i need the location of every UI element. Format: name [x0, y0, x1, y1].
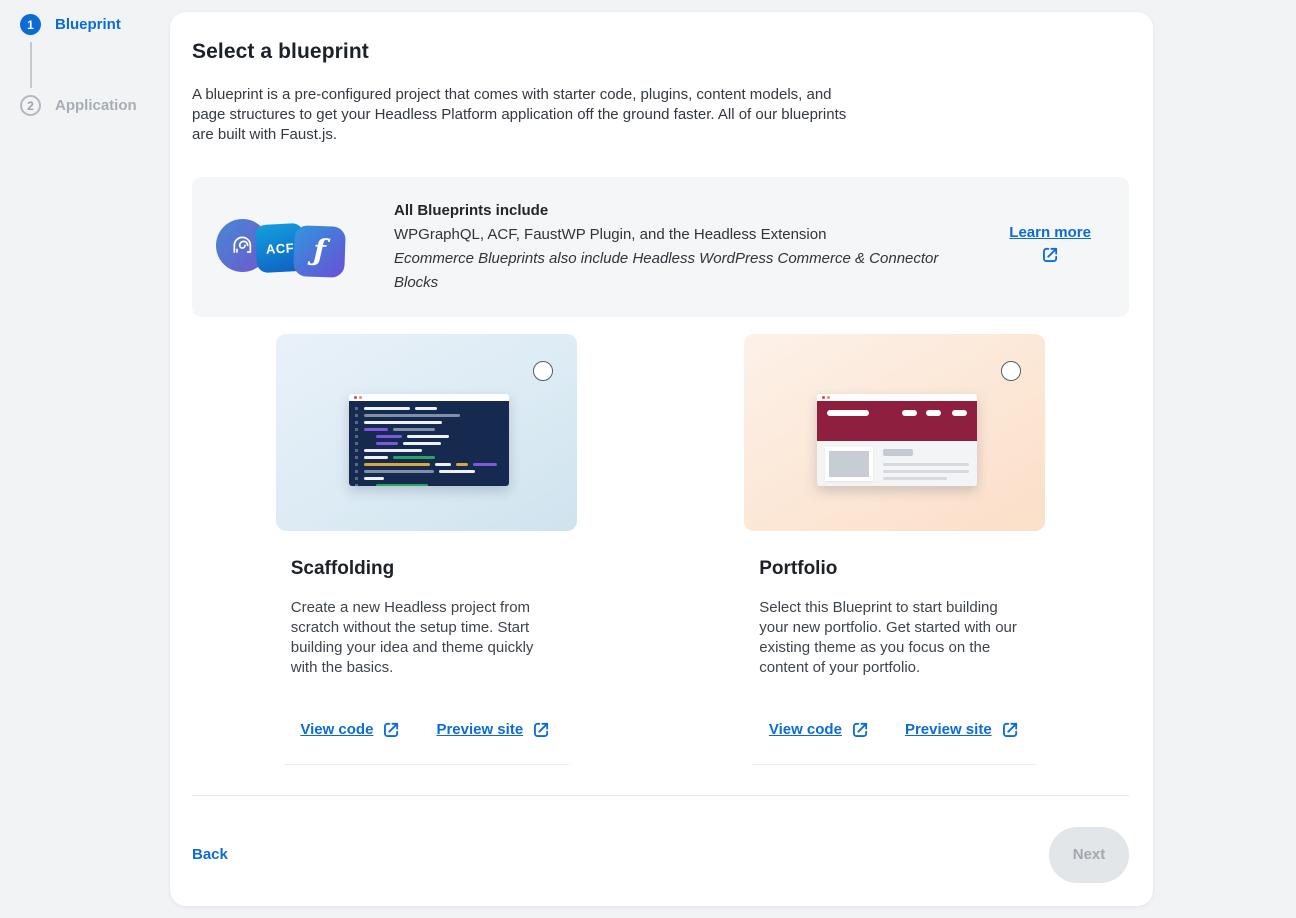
- scaffolding-card-image[interactable]: [276, 334, 577, 531]
- portfolio-preview-site-link[interactable]: Preview site: [905, 719, 1021, 740]
- include-box-plugins-line: WPGraphQL, ACF, FaustWP Plugin, and the …: [394, 223, 942, 247]
- stepper-step-blueprint: 1 Blueprint: [20, 14, 160, 35]
- include-box-ecommerce-note: Ecommerce Blueprints also include Headle…: [394, 247, 942, 295]
- step-1-label: Blueprint: [55, 16, 121, 33]
- portfolio-radio[interactable]: [1001, 361, 1021, 381]
- blueprint-card-scaffolding: Scaffolding Create a new Headless projec…: [192, 334, 661, 765]
- portfolio-view-code-link[interactable]: View code: [769, 719, 871, 740]
- external-link-icon: [1040, 244, 1061, 270]
- external-link-icon: [531, 719, 552, 740]
- learn-more-label: Learn more: [1009, 224, 1091, 241]
- preview-site-label: Preview site: [436, 721, 523, 738]
- page: 1 Blueprint 2 Application Select a bluep…: [0, 0, 1296, 918]
- stepper-step-application: 2 Application: [20, 95, 160, 116]
- step-2-label: Application: [55, 97, 137, 114]
- include-box-text: All Blueprints include WPGraphQL, ACF, F…: [394, 199, 942, 295]
- external-link-icon: [381, 719, 402, 740]
- back-button[interactable]: Back: [192, 846, 228, 863]
- view-code-label: View code: [300, 721, 373, 738]
- step-2-circle: 2: [20, 95, 41, 116]
- faustjs-icon: ƒ: [293, 225, 346, 278]
- preview-site-label: Preview site: [905, 721, 992, 738]
- wizard-stepper: 1 Blueprint 2 Application: [20, 14, 160, 116]
- stepper-connector-line: [30, 42, 32, 88]
- next-button[interactable]: Next: [1049, 827, 1129, 883]
- blueprint-grid: Scaffolding Create a new Headless projec…: [192, 334, 1129, 765]
- portfolio-title: Portfolio: [744, 558, 1045, 580]
- view-code-label: View code: [769, 721, 842, 738]
- scaffolding-title: Scaffolding: [276, 558, 577, 580]
- step-1-circle: 1: [20, 14, 41, 35]
- learn-more-link[interactable]: Learn more: [1009, 224, 1091, 270]
- external-link-icon: [850, 719, 871, 740]
- select-blueprint-panel: Select a blueprint A blueprint is a pre-…: [170, 12, 1153, 906]
- portfolio-description: Select this Blueprint to start building …: [744, 598, 1024, 678]
- wizard-footer: Back Next: [192, 796, 1129, 913]
- include-box-title: All Blueprints include: [394, 199, 942, 223]
- page-title: Select a blueprint: [192, 40, 1129, 64]
- code-editor-mockup: [349, 394, 509, 486]
- portfolio-card-image[interactable]: [744, 334, 1045, 531]
- card-divider: [752, 764, 1037, 765]
- blueprint-intro-text: A blueprint is a pre-configured project …: [192, 85, 856, 145]
- scaffolding-preview-site-link[interactable]: Preview site: [436, 719, 552, 740]
- portfolio-site-mockup: [817, 394, 977, 486]
- scaffolding-radio[interactable]: [533, 361, 553, 381]
- plugin-logo-stack: ACF ƒ: [216, 215, 368, 279]
- scaffolding-view-code-link[interactable]: View code: [300, 719, 402, 740]
- scaffolding-description: Create a new Headless project from scrat…: [276, 598, 556, 678]
- blueprint-card-portfolio: Portfolio Select this Blueprint to start…: [661, 334, 1130, 765]
- card-divider: [284, 764, 569, 765]
- external-link-icon: [1000, 719, 1021, 740]
- all-blueprints-include-box: ACF ƒ All Blueprints include WPGraphQL, …: [192, 177, 1129, 317]
